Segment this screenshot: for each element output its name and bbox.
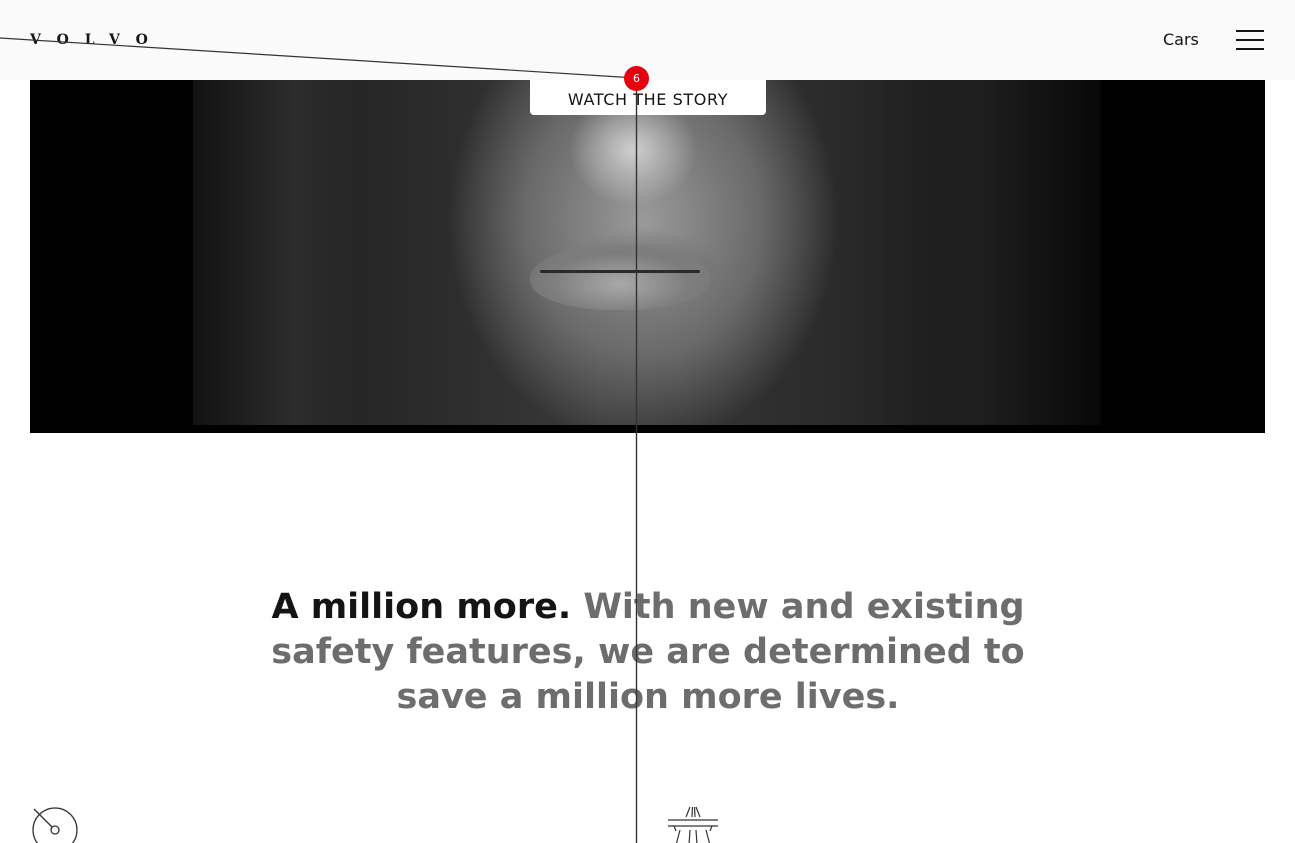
hamburger-menu-icon <box>1236 48 1264 50</box>
volvo-logo[interactable]: VOLVO <box>30 32 164 48</box>
site-header: VOLVO Cars <box>0 0 1295 80</box>
hero-lips <box>530 245 710 310</box>
watch-the-story-label: WATCH THE STORY <box>567 90 729 109</box>
nav-cars-link[interactable]: Cars <box>1163 30 1199 50</box>
hero-lip-line <box>540 270 700 273</box>
hero-shadow-right <box>880 80 1101 425</box>
hamburger-menu-icon <box>1236 30 1264 32</box>
hero-shadow-left <box>193 80 363 425</box>
page: VOLVO Cars WATCH THE STORY A million mor… <box>0 0 1295 843</box>
headline-lead: A million more. <box>271 587 572 627</box>
hero-video[interactable] <box>30 80 1265 433</box>
highway-icon <box>668 806 718 843</box>
speedometer-icon <box>32 807 78 843</box>
page-headline: A million more. With new and existing sa… <box>222 585 1074 720</box>
annotation-marker: 6 <box>624 66 649 91</box>
hamburger-menu-icon <box>1236 39 1264 41</box>
menu-button[interactable] <box>1236 28 1264 52</box>
